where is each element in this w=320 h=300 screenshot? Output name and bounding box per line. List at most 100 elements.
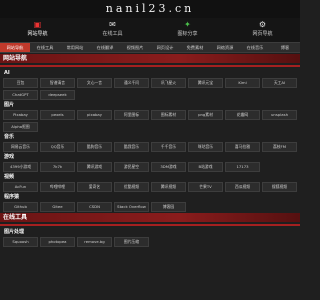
topnav-label: 网页导航 — [252, 31, 273, 37]
link-grid: Pixabay pexels pixabay 阿里图标 图标素材 png素材 花瓣网 unsp… — [0, 110, 300, 132]
link-button[interactable]: 图片压缩 — [114, 237, 149, 247]
tab-3[interactable]: 在线翻译 — [90, 43, 120, 52]
tab-1[interactable]: 在线工具 — [30, 43, 60, 52]
link-button[interactable]: Kimi — [225, 78, 260, 88]
link-button[interactable]: 3DM游戏 — [151, 162, 186, 172]
link-button[interactable]: 游民星空 — [114, 162, 149, 172]
tab-2[interactable]: 常用网站 — [60, 43, 90, 52]
link-button[interactable]: unsplash — [262, 110, 297, 120]
link-button[interactable]: 腾讯视频 — [151, 182, 186, 192]
tab-6[interactable]: 免费素材 — [180, 43, 210, 52]
link-button[interactable]: 哔哩哔哩 — [40, 182, 75, 192]
link-button[interactable]: 西瓜视频 — [225, 182, 260, 192]
category-block: 视频 AcFun 哔哩哔哩 爱奇艺 优酷视频 腾讯视频 芒果TV 西瓜视频 搜狐视频 — [0, 173, 300, 192]
link-button[interactable]: B站游戏 — [188, 162, 223, 172]
link-button[interactable]: 博客园 — [151, 202, 186, 212]
site-logo[interactable]: nanil23.cn — [0, 0, 300, 18]
link-button[interactable]: 通义千问 — [114, 78, 149, 88]
section-title: 网站导航 — [0, 54, 300, 63]
link-button[interactable]: AcFun — [3, 182, 38, 192]
category-title: 程序猿 — [4, 194, 20, 200]
link-grid: 网易云音乐 QQ音乐 酷狗音乐 酷我音乐 千千音乐 咪咕音乐 喜马拉雅 荔枝FM — [0, 142, 300, 152]
link-button[interactable]: 图标素材 — [151, 110, 186, 120]
topnav-item-0[interactable]: ▣ 网站导航 — [6, 20, 70, 42]
link-button[interactable]: 搜狐视频 — [262, 182, 297, 192]
link-button[interactable]: 咪咕音乐 — [188, 142, 223, 152]
category-block: 图片处理 Squoosh photopea remove.bg 图片压缩 — [0, 228, 300, 247]
link-button[interactable]: png素材 — [188, 110, 223, 120]
link-button[interactable]: Stack Overflow — [114, 202, 149, 212]
category-title: 图片处理 — [4, 229, 25, 235]
link-button[interactable]: 讯飞星火 — [151, 78, 186, 88]
link-grid: Squoosh photopea remove.bg 图片压缩 — [0, 237, 300, 247]
topnav-item-1[interactable]: ✉ 在线工具 — [81, 20, 145, 42]
link-button[interactable]: 芒果TV — [188, 182, 223, 192]
link-button[interactable]: 酷我音乐 — [114, 142, 149, 152]
link-button[interactable]: 7k7k — [40, 162, 75, 172]
link-button[interactable]: 腾讯元宝 — [188, 78, 223, 88]
category-block: 图片 Pixabay pexels pixabay 阿里图标 图标素材 png素材 花瓣网 un… — [0, 101, 300, 132]
tab-0[interactable]: 网站导航 — [0, 43, 30, 52]
topnav-label: 在线工具 — [102, 31, 123, 37]
link-button[interactable]: 阿里图标 — [114, 110, 149, 120]
link-button[interactable]: pexels — [40, 110, 75, 120]
link-button[interactable]: 酷狗音乐 — [77, 142, 112, 152]
link-button[interactable]: 天工AI — [262, 78, 297, 88]
link-grid: AcFun 哔哩哔哩 爱奇艺 优酷视频 腾讯视频 芒果TV 西瓜视频 搜狐视频 — [0, 182, 300, 192]
link-button[interactable]: photopea — [40, 237, 75, 247]
main-content: 网站导航 AI 豆包 智谱清言 文心一言 通义千问 讯飞星火 腾讯元宝 Kimi 天工AI Chat… — [0, 54, 300, 247]
link-button[interactable]: 4399小游戏 — [3, 162, 38, 172]
tab-5[interactable]: 网页设计 — [150, 43, 180, 52]
section-divider — [0, 224, 300, 226]
link-button[interactable]: Squoosh — [3, 237, 38, 247]
link-grid: Github Gitee CSDN Stack Overflow 博客园 — [0, 202, 300, 212]
section-title: 在线工具 — [0, 213, 300, 222]
category-block: AI 豆包 智谱清言 文心一言 通义千问 讯飞星火 腾讯元宝 Kimi 天工AI ChatGPT d… — [0, 69, 300, 100]
page: nanil23.cn ▣ 网站导航 ✉ 在线工具 ✦ 图标分享 ⚙ 网页导航 网站导航 在线工具… — [0, 0, 300, 300]
nav-icon: ✦ — [184, 20, 191, 29]
link-button[interactable]: 智谱清言 — [40, 78, 75, 88]
category-title: 游戏 — [4, 154, 15, 160]
link-button[interactable]: pixabay — [77, 110, 112, 120]
tab-9[interactable]: 博客 — [270, 43, 300, 52]
category-title: 图片 — [4, 102, 15, 108]
link-button[interactable]: deepseek — [40, 90, 75, 100]
link-button[interactable]: Alpha抠图 — [3, 122, 38, 132]
link-button[interactable]: 喜马拉雅 — [225, 142, 260, 152]
category-block: 游戏 4399小游戏 7k7k 腾讯游戏 游民星空 3DM游戏 B站游戏 17173 — [0, 153, 300, 172]
link-grid: 4399小游戏 7k7k 腾讯游戏 游民星空 3DM游戏 B站游戏 17173 — [0, 162, 300, 172]
link-button[interactable]: CSDN — [77, 202, 112, 212]
link-button[interactable]: ChatGPT — [3, 90, 38, 100]
link-button[interactable]: 爱奇艺 — [77, 182, 112, 192]
link-button[interactable]: Pixabay — [3, 110, 38, 120]
link-button[interactable]: Github — [3, 202, 38, 212]
link-button[interactable]: QQ音乐 — [40, 142, 75, 152]
topnav-item-3[interactable]: ⚙ 网页导航 — [231, 20, 295, 42]
tab-8[interactable]: 在线音乐 — [240, 43, 270, 52]
top-navigation: ▣ 网站导航 ✉ 在线工具 ✦ 图标分享 ⚙ 网页导航 — [0, 18, 300, 42]
link-button[interactable]: Gitee — [40, 202, 75, 212]
link-button[interactable]: 豆包 — [3, 78, 38, 88]
category-block: 程序猿 Github Gitee CSDN Stack Overflow 博客园 — [0, 193, 300, 212]
category-block: 音乐 网易云音乐 QQ音乐 酷狗音乐 酷我音乐 千千音乐 咪咕音乐 喜马拉雅 荔枝FM — [0, 133, 300, 152]
tab-7[interactable]: 网络资源 — [210, 43, 240, 52]
nav-icon: ▣ — [33, 20, 42, 29]
nav-icon: ⚙ — [258, 20, 267, 29]
link-button[interactable]: 千千音乐 — [151, 142, 186, 152]
category-tabs: 网站导航 在线工具 常用网站 在线翻译 视频图片 网页设计 免费素材 网络资源 在线音乐 博客 — [0, 42, 300, 53]
link-grid: 豆包 智谱清言 文心一言 通义千问 讯飞星火 腾讯元宝 Kimi 天工AI ChatGPT dee… — [0, 78, 300, 100]
link-button[interactable]: 17173 — [225, 162, 260, 172]
link-button[interactable]: 荔枝FM — [262, 142, 297, 152]
link-button[interactable]: 网易云音乐 — [3, 142, 38, 152]
tab-4[interactable]: 视频图片 — [120, 43, 150, 52]
link-button[interactable]: remove.bg — [77, 237, 112, 247]
topnav-item-2[interactable]: ✦ 图标分享 — [156, 20, 220, 42]
link-button[interactable]: 优酷视频 — [114, 182, 149, 192]
link-button[interactable]: 花瓣网 — [225, 110, 260, 120]
link-button[interactable]: 文心一言 — [77, 78, 112, 88]
nav-icon: ✉ — [109, 20, 116, 29]
section-divider — [0, 65, 300, 67]
category-title: AI — [4, 70, 10, 76]
topnav-label: 网站导航 — [27, 31, 48, 37]
link-button[interactable]: 腾讯游戏 — [77, 162, 112, 172]
